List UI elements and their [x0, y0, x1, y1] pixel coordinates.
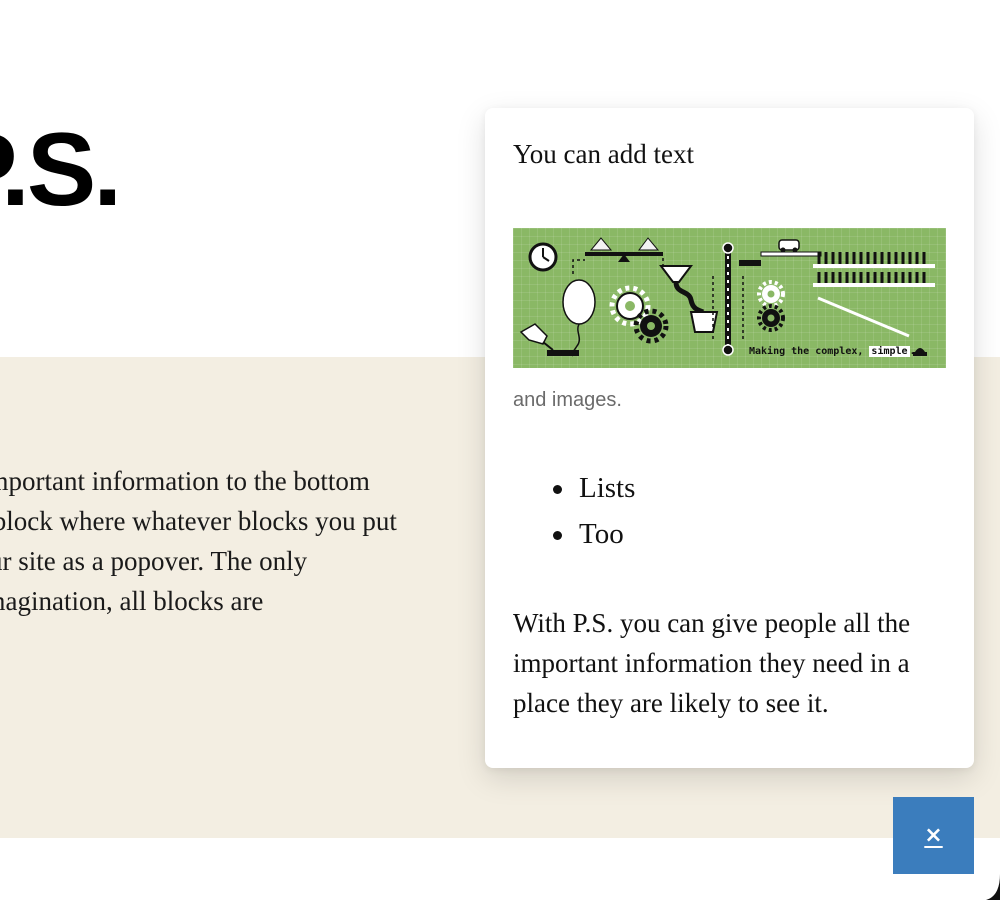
banner-caption: Making the complex, simple.: [749, 345, 916, 359]
hand-icon: [519, 323, 579, 356]
image-caption: and images.: [513, 389, 622, 411]
gear-icon: [609, 285, 669, 344]
seesaw-icon: [585, 237, 663, 262]
domino-rows-icon: [813, 252, 935, 287]
banner-caption-text: Making the complex,: [749, 346, 870, 357]
popover-panel: You can add text Making the complex, sim…: [485, 108, 974, 768]
clock-icon: [528, 242, 558, 272]
list-item: Lists: [513, 465, 635, 511]
intro-line: is your imagination, all blocks are: [0, 586, 264, 616]
intro-line: o bring important information to the bot…: [0, 466, 370, 496]
page: P.S. o bring important information to th…: [0, 0, 1000, 900]
intro-paragraph: o bring important information to the bot…: [0, 461, 426, 621]
banner-image: Making the complex, simple.: [513, 228, 946, 368]
banner-caption-highlight: simple: [869, 346, 910, 357]
intro-line: ed on your site as a popover. The only: [0, 546, 308, 576]
banner-caption-suffix: .: [909, 346, 916, 357]
corner-decoration: [986, 874, 1000, 900]
funnel-icon: [659, 265, 705, 315]
list-item: Too: [513, 511, 635, 557]
intro-line: Popover block where whatever blocks you …: [0, 506, 397, 536]
hero-title: P.S.: [0, 112, 122, 228]
popover-paragraph: With P.S. you can give people all the im…: [513, 608, 911, 718]
car-icon: [739, 239, 822, 266]
chain-lift-icon: [712, 242, 744, 356]
close-button[interactable]: ×: [893, 797, 974, 874]
gear-icon: [757, 280, 785, 332]
balloon-icon: [562, 279, 596, 357]
popover-heading: You can add text: [513, 139, 694, 169]
bullet-list: Lists Too: [513, 465, 635, 557]
